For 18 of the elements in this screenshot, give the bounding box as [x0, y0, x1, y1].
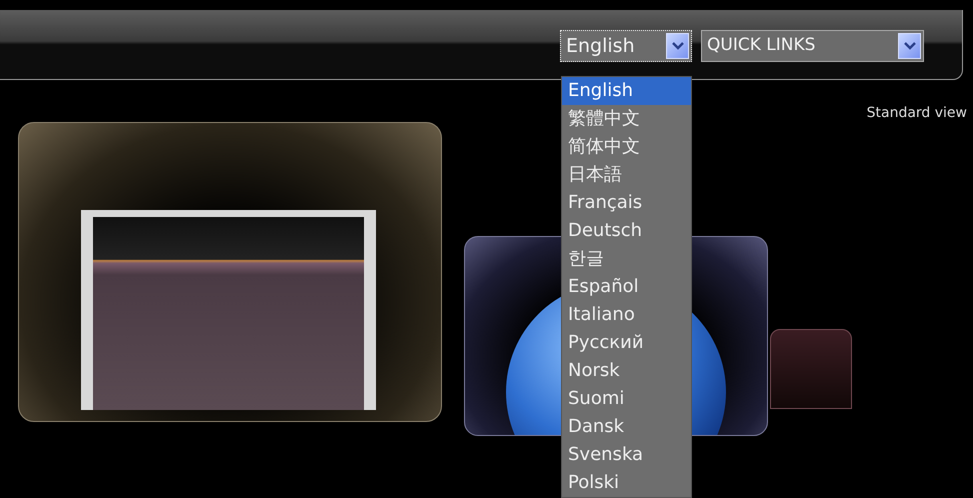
quick-links-select[interactable]: QUICK LINKS: [701, 30, 924, 62]
language-select[interactable]: English: [560, 30, 692, 62]
language-option[interactable]: Norsk: [562, 357, 691, 385]
language-option[interactable]: 한글: [562, 245, 691, 273]
language-option[interactable]: Deutsch: [562, 217, 691, 245]
language-option[interactable]: Français: [562, 189, 691, 217]
language-option[interactable]: English: [562, 77, 691, 105]
language-option[interactable]: Suomi: [562, 385, 691, 413]
language-option[interactable]: Italiano: [562, 301, 691, 329]
language-option[interactable]: Svenska: [562, 441, 691, 469]
language-option[interactable]: 繁體中文: [562, 105, 691, 133]
language-option[interactable]: 日本語: [562, 161, 691, 189]
standard-view-link[interactable]: Standard view: [866, 103, 967, 124]
language-option[interactable]: 简体中文: [562, 133, 691, 161]
language-option[interactable]: Русский: [562, 329, 691, 357]
language-option[interactable]: Dansk: [562, 413, 691, 441]
language-option[interactable]: Polski: [562, 469, 691, 497]
language-option[interactable]: Español: [562, 273, 691, 301]
